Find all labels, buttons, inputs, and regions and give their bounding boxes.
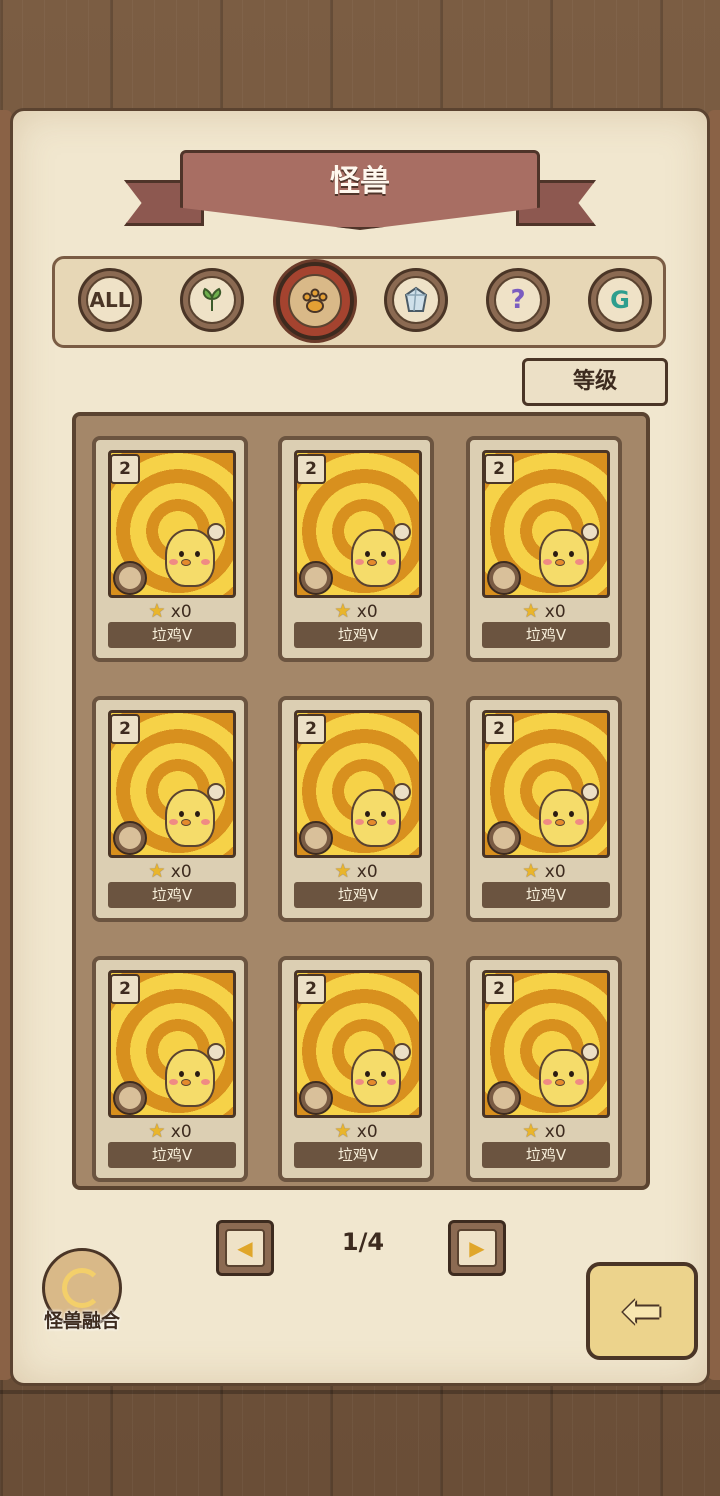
card-name: 垃鸡V <box>294 622 422 648</box>
chick-icon <box>347 1043 411 1107</box>
page-indicator: 1/4 <box>341 1228 385 1256</box>
card-name: 垃鸡V <box>108 622 236 648</box>
card-count-value: x0 <box>356 1122 378 1142</box>
star-icon: ★ <box>522 860 540 882</box>
chick-icon <box>535 783 599 847</box>
monster-card[interactable]: 2 ★ x0 垃鸡V <box>466 696 622 922</box>
card-level: 2 <box>484 454 514 484</box>
back-button[interactable]: ⬅ <box>586 1262 698 1360</box>
paw-badge-icon <box>113 1081 147 1115</box>
paw-badge-icon <box>299 821 333 855</box>
card-name: 垃鸡V <box>482 882 610 908</box>
card-count-value: x0 <box>170 1122 192 1142</box>
card-count: ★ x0 <box>282 600 430 622</box>
card-name: 垃鸡V <box>108 1142 236 1168</box>
card-count: ★ x0 <box>96 860 244 882</box>
card-level: 2 <box>484 974 514 1004</box>
star-icon: ★ <box>148 1120 166 1142</box>
card-count-value: x0 <box>544 862 566 882</box>
chick-icon <box>535 1043 599 1107</box>
star-icon: ★ <box>334 860 352 882</box>
card-count-value: x0 <box>544 1122 566 1142</box>
star-icon: ★ <box>334 600 352 622</box>
all-icon: ALL <box>86 276 134 324</box>
card-name: 垃鸡V <box>108 882 236 908</box>
filter-special-button[interactable]: G <box>588 268 652 332</box>
star-icon: ★ <box>522 1120 540 1142</box>
fusion-label: 怪兽融合 <box>43 1310 120 1332</box>
card-count: ★ x0 <box>282 1120 430 1142</box>
g-rune-icon: G <box>596 276 644 324</box>
back-arrow-icon: ⬅ <box>621 1283 663 1339</box>
filter-crystal-button[interactable] <box>384 268 448 332</box>
card-level: 2 <box>110 714 140 744</box>
chick-icon <box>347 783 411 847</box>
card-count-value: x0 <box>356 602 378 622</box>
triangle-right-icon: ▶ <box>457 1229 497 1267</box>
card-count-value: x0 <box>170 602 192 622</box>
plank-seam <box>0 1390 720 1394</box>
monster-card[interactable]: 2 ★ x0 垃鸡V <box>278 696 434 922</box>
paw-icon <box>288 274 342 328</box>
card-count-value: x0 <box>544 602 566 622</box>
paw-badge-icon <box>487 1081 521 1115</box>
page-title: 怪兽 <box>330 164 390 199</box>
paw-badge-icon <box>113 561 147 595</box>
card-name: 垃鸡V <box>294 882 422 908</box>
chick-icon <box>161 783 225 847</box>
card-level: 2 <box>296 974 326 1004</box>
card-count: ★ x0 <box>282 860 430 882</box>
card-name: 垃鸡V <box>482 1142 610 1168</box>
monster-card[interactable]: 2 ★ x0 垃鸡V <box>466 436 622 662</box>
monster-card[interactable]: 2 ★ x0 垃鸡V <box>92 436 248 662</box>
card-level: 2 <box>110 974 140 1004</box>
question-icon: ? <box>494 276 542 324</box>
filter-mystery-button[interactable]: ? <box>486 268 550 332</box>
monster-card[interactable]: 2 ★ x0 垃鸡V <box>278 436 434 662</box>
category-filter-bar <box>52 256 666 348</box>
paw-badge-icon <box>487 821 521 855</box>
filter-beast-button[interactable] <box>276 262 354 340</box>
sort-level-button[interactable]: 等级 <box>522 358 668 406</box>
card-name: 垃鸡V <box>482 622 610 648</box>
card-count-value: x0 <box>356 862 378 882</box>
monster-card[interactable]: 2 ★ x0 垃鸡V <box>466 956 622 1182</box>
star-icon: ★ <box>334 1120 352 1142</box>
card-name: 垃鸡V <box>294 1142 422 1168</box>
filter-plant-button[interactable] <box>180 268 244 332</box>
paw-badge-icon <box>487 561 521 595</box>
card-count-value: x0 <box>170 862 192 882</box>
card-level: 2 <box>484 714 514 744</box>
paw-badge-icon <box>299 1081 333 1115</box>
next-page-button[interactable]: ▶ <box>448 1220 506 1276</box>
monster-card[interactable]: 2 ★ x0 垃鸡V <box>278 956 434 1182</box>
chick-icon <box>161 523 225 587</box>
monster-fusion-button[interactable]: 怪兽融合 <box>36 1248 128 1340</box>
chick-icon <box>535 523 599 587</box>
chick-icon <box>161 1043 225 1107</box>
prev-page-button[interactable]: ◀ <box>216 1220 274 1276</box>
paw-badge-icon <box>299 561 333 595</box>
filter-all-button[interactable]: ALL <box>78 268 142 332</box>
star-icon: ★ <box>522 600 540 622</box>
card-level: 2 <box>296 454 326 484</box>
card-count: ★ x0 <box>470 600 618 622</box>
card-count: ★ x0 <box>470 1120 618 1142</box>
card-count: ★ x0 <box>96 600 244 622</box>
star-icon: ★ <box>148 600 166 622</box>
monster-card[interactable]: 2 ★ x0 垃鸡V <box>92 696 248 922</box>
leaf-icon <box>188 276 236 324</box>
chick-icon <box>347 523 411 587</box>
star-icon: ★ <box>148 860 166 882</box>
card-count: ★ x0 <box>470 860 618 882</box>
card-level: 2 <box>296 714 326 744</box>
card-level: 2 <box>110 454 140 484</box>
paw-badge-icon <box>113 821 147 855</box>
triangle-left-icon: ◀ <box>225 1229 265 1267</box>
card-count: ★ x0 <box>96 1120 244 1142</box>
crystal-icon <box>392 276 440 324</box>
monster-card[interactable]: 2 ★ x0 垃鸡V <box>92 956 248 1182</box>
